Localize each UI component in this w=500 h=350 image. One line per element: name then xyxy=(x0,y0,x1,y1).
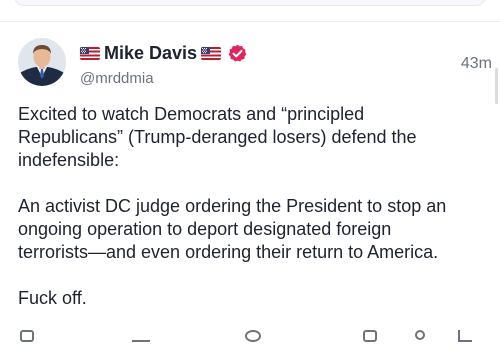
avatar[interactable] xyxy=(18,38,66,86)
post-action-bar xyxy=(20,330,480,350)
repost-icon[interactable] xyxy=(132,330,150,342)
post-body: Excited to watch Democrats and “principl… xyxy=(18,103,488,310)
post-timestamp[interactable]: 43m xyxy=(461,54,492,74)
name-line: Mike Davis xyxy=(80,42,440,64)
display-name[interactable]: Mike Davis xyxy=(104,42,197,64)
like-icon[interactable] xyxy=(245,330,261,342)
post-paragraph: An activist DC judge ordering the Presid… xyxy=(18,196,447,262)
author-block: Mike Davis @mrddmia xyxy=(80,42,440,88)
verified-badge-icon xyxy=(227,43,248,64)
post-paragraph: Fuck off. xyxy=(18,288,87,308)
us-flag-icon xyxy=(80,46,100,60)
feed-divider xyxy=(0,21,500,22)
compose-box-edge xyxy=(14,0,486,6)
reply-icon[interactable] xyxy=(20,330,34,342)
post-paragraph: Excited to watch Democrats and “principl… xyxy=(18,104,417,170)
scrollbar-thumb[interactable] xyxy=(495,68,498,104)
share-icon[interactable] xyxy=(458,330,472,342)
user-handle[interactable]: @mrddmia xyxy=(80,70,440,88)
us-flag-icon xyxy=(201,46,222,60)
bookmark-icon[interactable] xyxy=(363,330,377,342)
more-icon[interactable] xyxy=(415,330,425,340)
